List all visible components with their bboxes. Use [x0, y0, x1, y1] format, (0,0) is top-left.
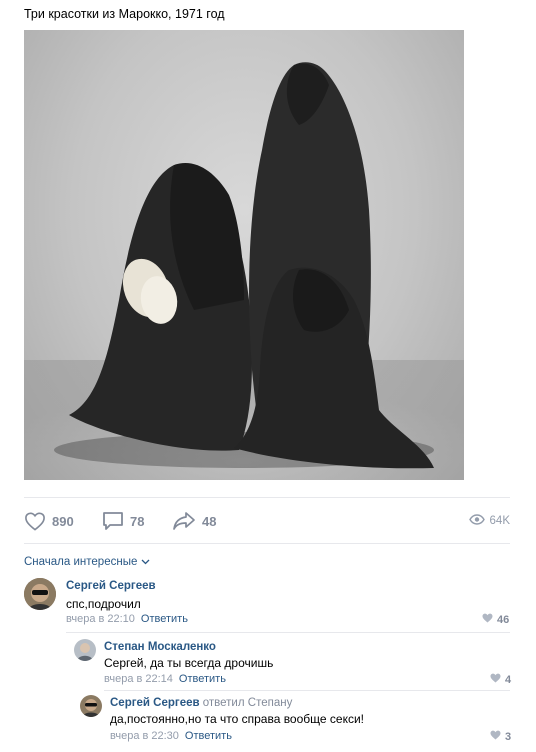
share-icon — [172, 511, 196, 531]
comment-text: спс,подрочил — [66, 597, 141, 611]
separator — [24, 543, 510, 544]
avatar[interactable] — [74, 639, 96, 661]
post-actions: 890 78 48 64K — [24, 511, 510, 533]
reply-button[interactable]: Ответить — [179, 673, 226, 685]
sort-dropdown[interactable]: Сначала интересные — [24, 556, 150, 568]
post-title: Три красотки из Марокко, 1971 год — [24, 7, 225, 21]
comment-author[interactable]: Степан Москаленко — [104, 641, 216, 653]
comment-count: 78 — [130, 513, 145, 529]
heart-icon — [482, 613, 493, 626]
comment-like-count: 3 — [505, 730, 512, 743]
heart-icon — [490, 730, 501, 743]
comment-time[interactable]: вчера в 22:10 — [66, 613, 135, 625]
separator — [24, 497, 510, 498]
avatar[interactable] — [80, 695, 102, 717]
comment-author[interactable]: Сергей Сергеев — [66, 580, 156, 592]
like-button[interactable]: 890 — [24, 511, 74, 531]
comment-like-button[interactable]: 3 — [490, 730, 511, 743]
comment-author-name[interactable]: Сергей Сергеев — [110, 697, 200, 709]
comment-time[interactable]: вчера в 22:30 — [110, 730, 179, 742]
comment-like-count: 4 — [505, 673, 512, 686]
comment-meta: вчера в 22:30 Ответить — [110, 730, 232, 742]
comment-text: Сергей, да ты всегда дрочишь — [104, 656, 274, 670]
separator — [104, 690, 510, 691]
like-count: 890 — [52, 513, 74, 529]
comment-author[interactable]: Сергей Сергеев ответил Степану — [110, 697, 292, 709]
heart-icon — [490, 673, 501, 686]
comment-meta: вчера в 22:14 Ответить — [104, 673, 226, 685]
comment-like-button[interactable]: 46 — [482, 613, 509, 626]
views-counter: 64K — [468, 514, 510, 528]
comment-text: да,постоянно,но та что справа вообще сек… — [110, 712, 364, 726]
avatar[interactable] — [24, 578, 56, 610]
share-count: 48 — [202, 513, 217, 529]
comment-icon — [102, 511, 124, 531]
heart-icon — [24, 511, 46, 531]
views-count: 64K — [489, 515, 510, 527]
separator — [66, 632, 510, 633]
comment-like-count: 46 — [497, 613, 510, 626]
photo-illustration — [24, 62, 464, 480]
reply-to-label[interactable]: ответил Степану — [203, 697, 293, 709]
post-photo[interactable] — [24, 30, 464, 480]
comment-meta: вчера в 22:10 Ответить — [66, 613, 188, 625]
comment-like-button[interactable]: 4 — [490, 673, 511, 686]
sort-label: Сначала интересные — [24, 556, 138, 568]
comment-time[interactable]: вчера в 22:14 — [104, 673, 173, 685]
reply-button[interactable]: Ответить — [141, 613, 188, 625]
chevron-down-icon — [141, 556, 150, 568]
comment-button[interactable]: 78 — [102, 511, 144, 531]
eye-icon — [468, 514, 485, 528]
share-button[interactable]: 48 — [172, 511, 216, 531]
reply-button[interactable]: Ответить — [185, 730, 232, 742]
